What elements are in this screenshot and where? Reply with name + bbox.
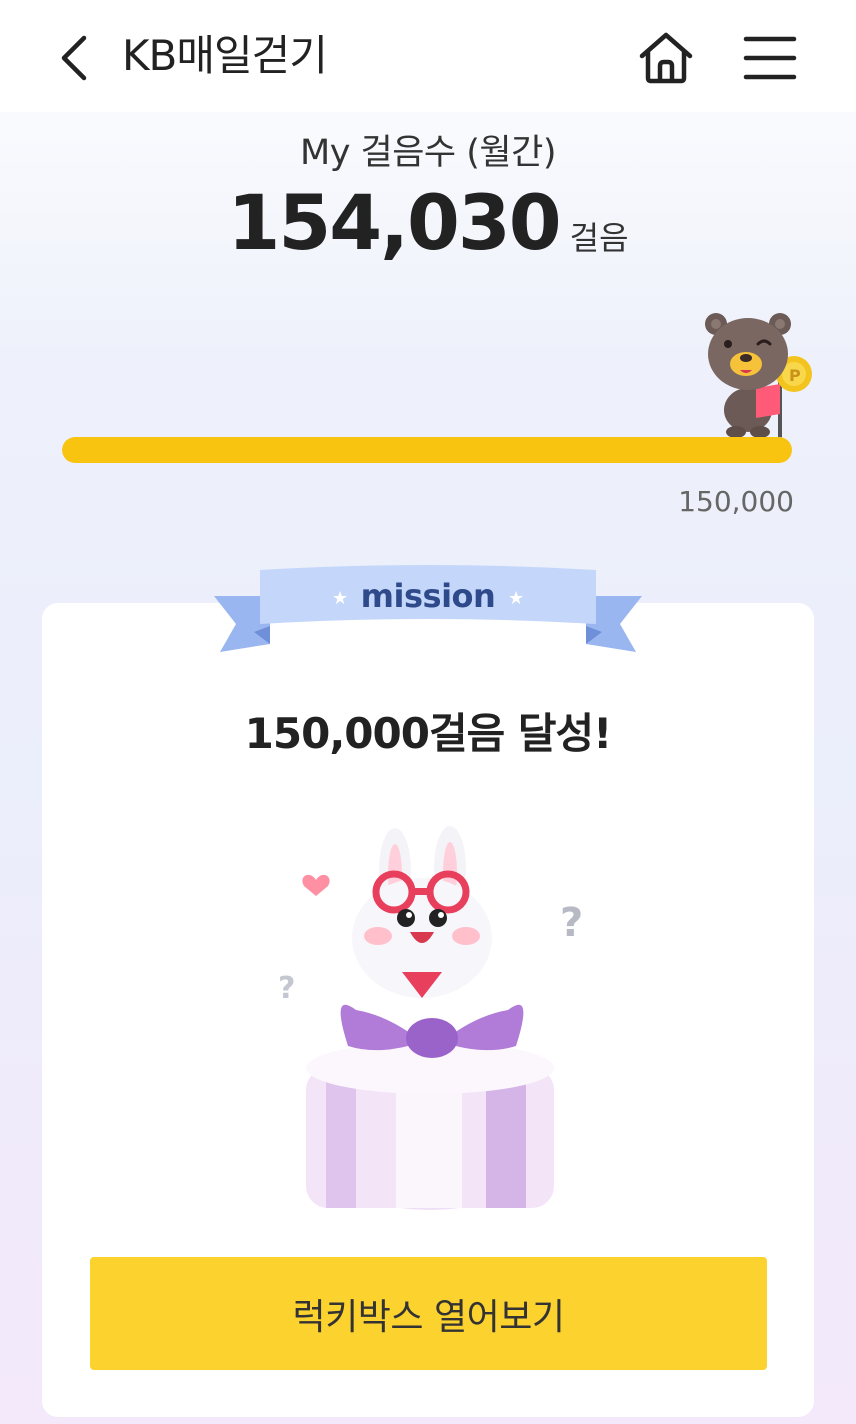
mission-achievement-title: 150,000걸음 달성! (244, 709, 613, 758)
steps-unit: 걸음 (569, 219, 629, 257)
svg-text:P: P (789, 366, 801, 385)
back-button[interactable] (52, 30, 96, 86)
chevron-left-icon (61, 35, 87, 81)
svg-text:?: ? (560, 900, 583, 946)
monthly-steps-label: My 걸음수 (월간) (300, 133, 556, 173)
bear-mascot-illustration: P (705, 313, 812, 438)
menu-button[interactable] (740, 30, 800, 86)
mission-ribbon-label: mission (360, 577, 496, 615)
steps-value: 154,030 (227, 178, 561, 267)
goal-steps-label: 150,000 (678, 485, 794, 518)
rabbit-gift-box-illustration: ? ? (278, 826, 583, 1210)
monthly-steps-summary: 154,030 걸음 (0, 178, 856, 267)
steps-progress-bar (62, 437, 792, 463)
hamburger-menu-icon (743, 36, 797, 80)
open-lucky-box-button[interactable]: 럭키박스 열어보기 (90, 1257, 767, 1370)
page-title: KB매일걷기 (122, 31, 328, 80)
app-header: KB매일걷기 (0, 0, 856, 112)
progress-fill (62, 437, 792, 463)
svg-text:?: ? (278, 971, 295, 1006)
home-icon (639, 32, 693, 84)
home-button[interactable] (634, 26, 698, 90)
